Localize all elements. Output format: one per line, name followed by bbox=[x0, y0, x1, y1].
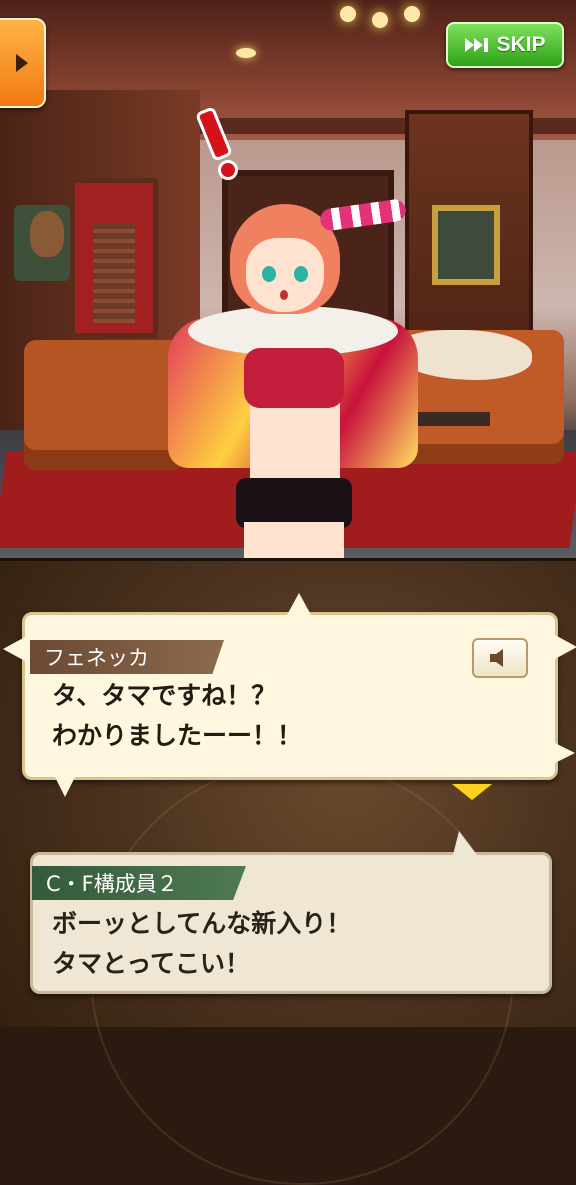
scene-background bbox=[0, 0, 576, 558]
framed-painting bbox=[432, 205, 500, 285]
deer-trophy bbox=[14, 205, 70, 281]
right-eye bbox=[294, 266, 308, 282]
fast-forward-icon bbox=[465, 38, 489, 52]
left-eye bbox=[262, 266, 276, 282]
character-face bbox=[246, 238, 324, 312]
skip-label: SKIP bbox=[496, 33, 546, 56]
previous-speaker-nameplate: C・F構成員２ bbox=[32, 866, 246, 900]
dialogue-line-1: タ、タマですね！？ bbox=[52, 681, 277, 710]
character-portrait bbox=[140, 198, 440, 558]
menu-button[interactable] bbox=[0, 18, 46, 108]
voice-replay-button[interactable] bbox=[472, 638, 528, 678]
speaker-icon bbox=[490, 649, 503, 667]
previous-line-2: タマとってこい！ bbox=[52, 949, 251, 978]
ceiling-lamp bbox=[236, 48, 256, 58]
speaker-name: フェネッカ bbox=[44, 646, 149, 670]
skip-button[interactable]: SKIP bbox=[446, 22, 564, 68]
mouth bbox=[280, 290, 288, 300]
speaker-nameplate: フェネッカ bbox=[30, 640, 224, 674]
dialogue-line-2: わかりましたーー！！ bbox=[52, 721, 303, 750]
previous-speaker-name: C・F構成員２ bbox=[46, 872, 178, 896]
previous-line-1: ボーッとしてんな新入り！ bbox=[52, 909, 352, 938]
character-shorts bbox=[236, 478, 352, 528]
down-triangle-icon[interactable] bbox=[452, 784, 492, 800]
previous-dialogue-text: ボーッとしてんな新入り！ タマとってこい！ bbox=[52, 904, 351, 984]
character-legs bbox=[244, 522, 344, 558]
triangle-right-icon bbox=[16, 54, 28, 72]
exclamation-icon bbox=[192, 106, 238, 180]
dialogue-text: タ、タマですね！？ わかりましたーー！！ bbox=[52, 676, 302, 756]
character-top bbox=[244, 348, 344, 408]
hair-ribbon bbox=[318, 198, 408, 232]
chandelier bbox=[334, 0, 424, 30]
